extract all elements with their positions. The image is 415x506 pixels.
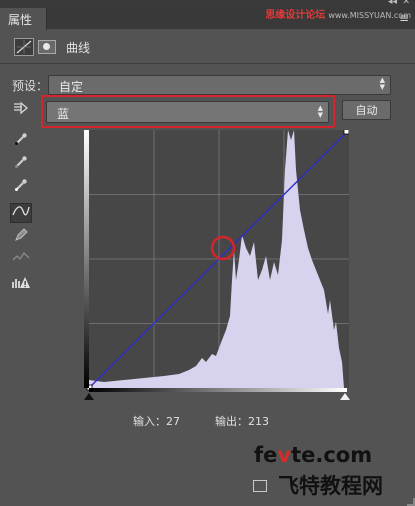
layer-mask-icon[interactable] — [38, 40, 56, 54]
watermark-bottom-cn: 飞特教程网 — [278, 474, 383, 498]
curve-point-white[interactable] — [343, 130, 349, 135]
resize-handle-icon[interactable] — [407, 498, 415, 506]
output-readout: 输出：213 — [215, 413, 269, 429]
input-value: 27 — [166, 415, 180, 428]
draw-pencil-icon[interactable] — [10, 228, 32, 248]
curves-graph[interactable] — [84, 130, 349, 392]
output-value: 213 — [248, 415, 269, 428]
smooth-curve-icon[interactable] — [10, 250, 32, 270]
watermark-part1: fe — [254, 443, 278, 467]
clipping-warning-icon[interactable] — [10, 275, 32, 295]
preset-select-value: 自定 — [59, 80, 84, 94]
input-readout: 输入：27 — [133, 413, 180, 429]
black-point-slider[interactable] — [84, 393, 94, 400]
adjustment-title: 曲线 — [66, 41, 91, 55]
white-point-slider[interactable] — [340, 393, 350, 400]
output-label: 输出： — [215, 415, 248, 428]
input-label: 输入： — [133, 415, 166, 428]
edit-points-curve-icon[interactable] — [10, 203, 32, 223]
auto-button[interactable]: 自动 — [342, 100, 391, 120]
gray-point-eyedropper-icon[interactable] — [10, 155, 32, 175]
white-point-eyedropper-icon[interactable] — [10, 178, 32, 198]
on-image-adjust-icon[interactable] — [10, 101, 32, 121]
input-gradient-bar — [89, 388, 347, 392]
clip-to-layer-icon[interactable] — [253, 480, 267, 492]
black-point-eyedropper-icon[interactable] — [10, 132, 32, 152]
panel-menu-icon[interactable]: ≡ — [399, 11, 409, 25]
preset-label: 预设： — [12, 79, 49, 93]
preset-select[interactable]: 自定 ▲ ▼ — [48, 75, 391, 95]
tab-properties[interactable]: 属性 — [0, 8, 47, 30]
tab-properties-label: 属性 — [8, 13, 33, 27]
watermark-part2: v — [277, 443, 292, 467]
watermark-top: 思缘设计论坛 www.MISSYUAN.com — [265, 6, 411, 21]
highlight-box — [41, 95, 335, 128]
curves-adjustment-icon[interactable] — [14, 38, 34, 56]
watermark-top-text: 思缘设计论坛 — [265, 10, 326, 21]
output-gradient-bar — [84, 130, 89, 388]
divider — [0, 63, 415, 64]
select-arrows-icon: ▲ ▼ — [379, 76, 385, 91]
watermark-part3: te.com — [291, 443, 373, 467]
watermark-bottom: fevte.com — [254, 443, 372, 467]
